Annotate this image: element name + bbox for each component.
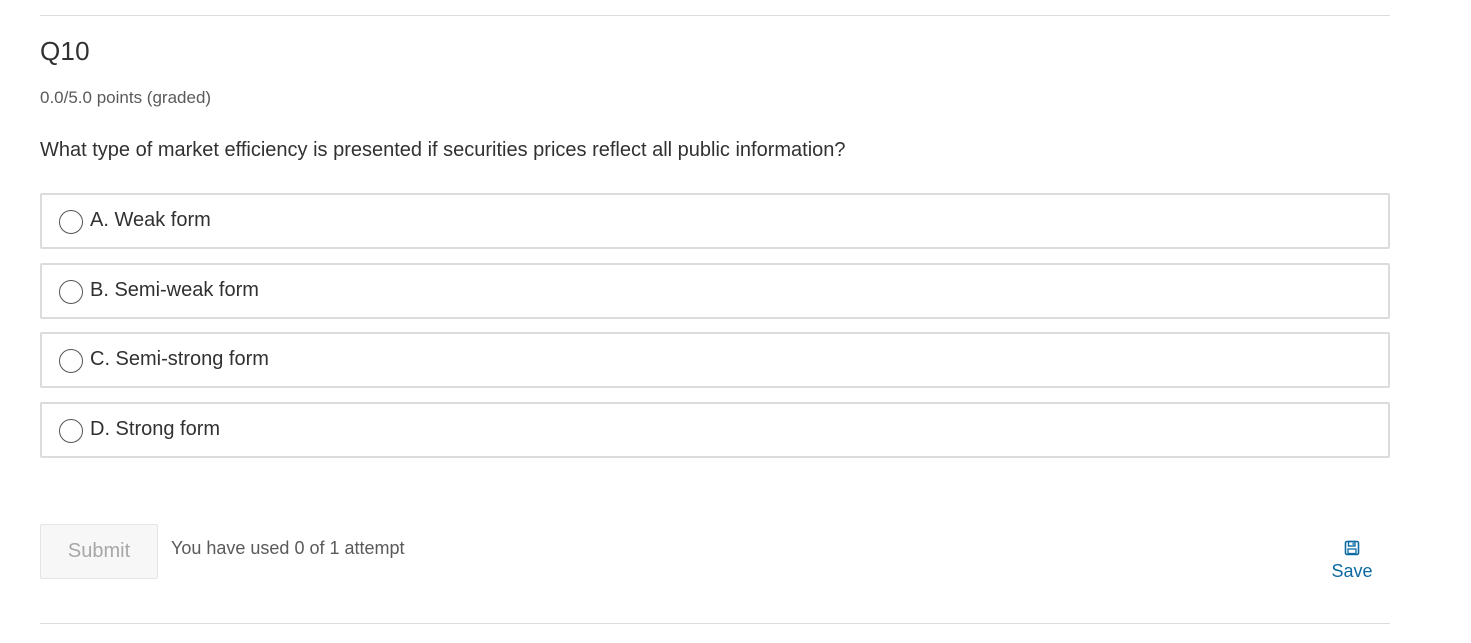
radio-button-c[interactable] (59, 349, 83, 373)
choice-label-d: D. Strong form (90, 418, 221, 440)
choice-b[interactable]: B. Semi-weak form (40, 263, 1390, 319)
radio-button-a[interactable] (59, 210, 83, 234)
choice-a[interactable]: A. Weak form (40, 193, 1390, 249)
choice-c[interactable]: C. Semi-strong form (40, 332, 1390, 388)
points-status: 0.0/5.0 points (graded) (40, 88, 212, 107)
radio-button-d[interactable] (59, 419, 83, 443)
problem-container: Q10 0.0/5.0 points (graded) What type of… (0, 0, 1471, 643)
choice-label-a: A. Weak form (90, 209, 211, 231)
floppy-disk-icon (1344, 540, 1360, 556)
save-label: Save (1331, 561, 1373, 581)
radio-button-b[interactable] (59, 280, 83, 304)
question-prompt: What type of market efficiency is presen… (40, 139, 846, 161)
top-divider (40, 15, 1390, 16)
submit-button[interactable]: Submit (40, 524, 158, 579)
attempts-text: You have used 0 of 1 attempt (171, 538, 405, 558)
choice-d[interactable]: D. Strong form (40, 402, 1390, 458)
save-button[interactable]: Save (1325, 540, 1379, 590)
choice-label-b: B. Semi-weak form (90, 279, 259, 301)
bottom-divider (40, 623, 1390, 624)
choice-label-c: C. Semi-strong form (90, 348, 269, 370)
question-title: Q10 (40, 36, 90, 66)
